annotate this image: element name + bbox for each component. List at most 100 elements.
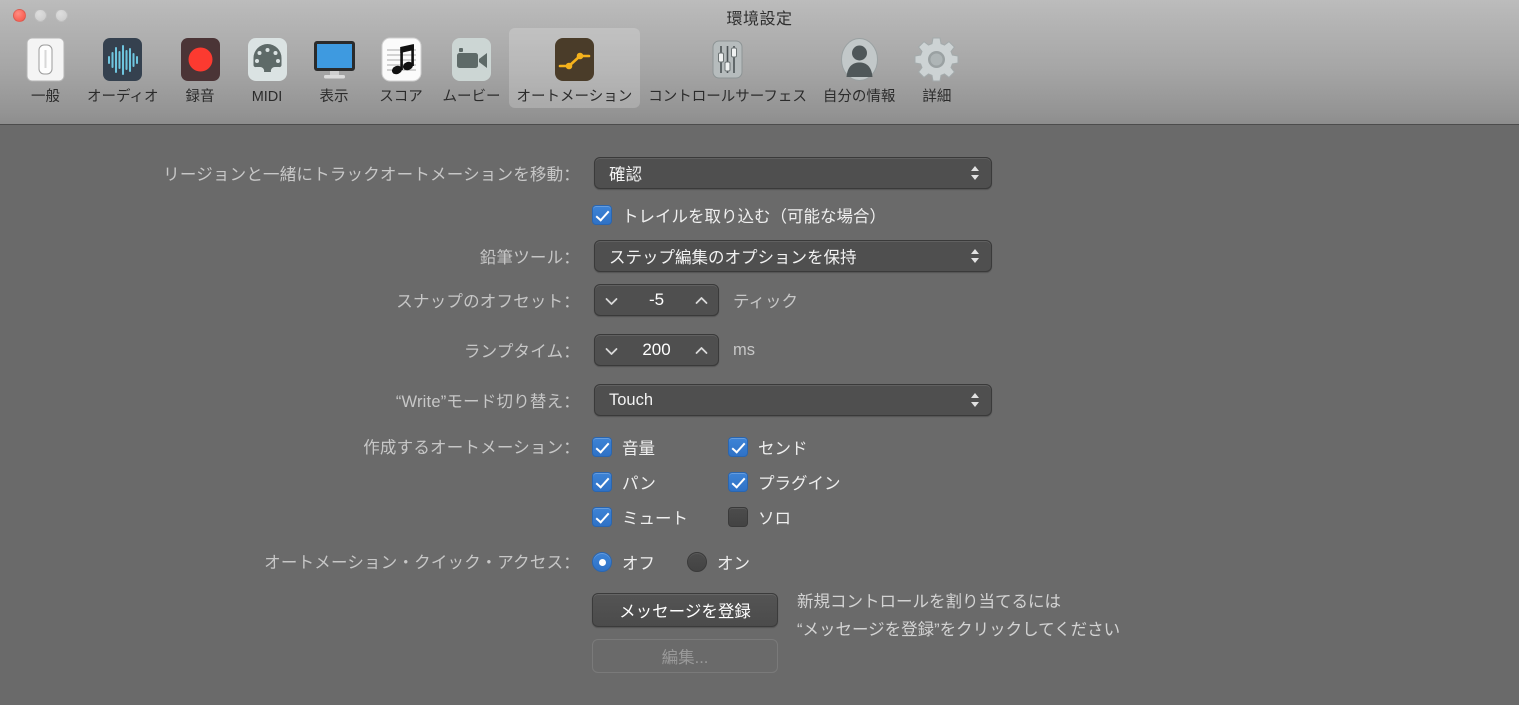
automation-option-label: センド — [758, 440, 808, 458]
pencil-tool-value: ステップ編集のオプションを保持 — [609, 249, 857, 267]
quick-access-on-radio[interactable]: オン — [687, 550, 750, 574]
learn-message-button[interactable]: メッセージを登録 — [592, 593, 778, 627]
ramp-time-label: ランプタイム： — [463, 343, 580, 361]
waveform-icon — [97, 34, 148, 85]
row-capture-trails: トレイルを取り込む（可能な場合） — [592, 203, 886, 227]
automation-mute-checkbox[interactable]: ミュート — [592, 505, 688, 529]
row-quick-access: オートメーション・クイック・アクセス： — [80, 549, 580, 573]
toolbar-item-my-info[interactable]: 自分の情報 — [815, 28, 904, 108]
person-avatar-icon — [834, 34, 885, 85]
automation-to-create-label: 作成するオートメーション： — [363, 439, 580, 457]
toolbar-item-general[interactable]: 一般 — [12, 28, 79, 108]
snap-offset-label: スナップのオフセット： — [396, 293, 580, 311]
toggle-switch-icon — [20, 34, 71, 85]
quick-access-option-label: オフ — [622, 555, 655, 573]
titlebar: 環境設定 — [0, 0, 1519, 30]
automation-volume-checkbox[interactable]: 音量 — [592, 435, 655, 459]
checkbox-indicator — [592, 472, 612, 492]
preferences-window: 環境設定 一般 オーディオ 録音 MIDI 表示 スコア ムービー オートメーシ… — [0, 0, 1519, 705]
preferences-toolbar: 一般 オーディオ 録音 MIDI 表示 スコア ムービー オートメーション コン… — [12, 28, 1507, 122]
toolbar-item-display[interactable]: 表示 — [301, 28, 368, 108]
snap-offset-stepper[interactable]: -5 — [594, 284, 719, 316]
checkbox-indicator — [728, 437, 748, 457]
display-monitor-icon — [309, 34, 360, 85]
video-camera-icon — [446, 34, 497, 85]
row-snap-offset: スナップのオフセット： -5 ティック — [80, 284, 798, 316]
toolbar-item-score[interactable]: スコア — [368, 28, 435, 108]
toolbar-item-control-surfaces[interactable]: コントロールサーフェス — [640, 28, 815, 108]
capture-trails-label: トレイルを取り込む（可能な場合） — [622, 208, 886, 226]
window-chrome: 環境設定 一般 オーディオ 録音 MIDI 表示 スコア ムービー オートメーシ… — [0, 0, 1519, 125]
automation-solo-checkbox[interactable]: ソロ — [728, 505, 791, 529]
toolbar-item-label: ムービー — [442, 89, 501, 105]
write-mode-label: “Write”モード切り替え： — [395, 393, 580, 411]
toolbar-item-label: 詳細 — [922, 89, 952, 105]
automation-option-label: ミュート — [622, 510, 688, 528]
pencil-tool-label: 鉛筆ツール： — [479, 249, 580, 267]
assignment-hint-line2: “メッセージを登録”をクリックしてください — [797, 621, 1121, 639]
toolbar-item-label: 自分の情報 — [822, 89, 896, 105]
automation-curve-icon — [549, 34, 600, 85]
chevron-updown-icon — [968, 246, 982, 266]
automation-option-label: プラグイン — [758, 475, 841, 493]
midi-connector-icon — [242, 34, 293, 85]
toolbar-item-label: オーディオ — [87, 89, 159, 105]
toolbar-item-label: コントロールサーフェス — [648, 89, 807, 105]
preferences-content: リージョンと一緒にトラックオートメーションを移動： 確認 トレイルを取り込む（可… — [0, 125, 1519, 705]
automation-pan-checkbox[interactable]: パン — [592, 470, 656, 494]
toolbar-item-label: 一般 — [31, 89, 60, 105]
toolbar-item-movie[interactable]: ムービー — [435, 28, 509, 108]
write-mode-value: Touch — [609, 390, 654, 409]
toolbar-item-label: 録音 — [185, 89, 215, 105]
gear-icon — [911, 34, 962, 85]
quick-access-label: オートメーション・クイック・アクセス： — [264, 554, 580, 572]
assignment-hint-line1: 新規コントロールを割り当てるには — [797, 593, 1061, 611]
row-ramp-time: ランプタイム： 200 ms — [80, 334, 755, 366]
checkbox-indicator — [592, 437, 612, 457]
automation-option-label: パン — [622, 475, 656, 493]
toolbar-item-label: 表示 — [319, 89, 349, 105]
automation-sends-checkbox[interactable]: センド — [728, 435, 808, 459]
stepper-decrement-icon[interactable] — [604, 344, 619, 356]
ramp-time-unit: ms — [733, 340, 755, 359]
capture-trails-checkbox[interactable]: トレイルを取り込む（可能な場合） — [592, 203, 886, 227]
quick-access-option-label: オン — [717, 555, 750, 573]
row-write-mode: “Write”モード切り替え： Touch — [80, 384, 992, 416]
edit-button: 編集... — [592, 639, 778, 673]
toolbar-item-label: スコア — [379, 89, 423, 105]
row-automation-to-create: 作成するオートメーション： — [80, 434, 580, 458]
snap-offset-value: -5 — [648, 290, 665, 309]
toolbar-item-recording[interactable]: 録音 — [167, 28, 234, 108]
write-mode-popup[interactable]: Touch — [594, 384, 992, 416]
automation-plugin-checkbox[interactable]: プラグイン — [728, 470, 841, 494]
pencil-tool-popup[interactable]: ステップ編集のオプションを保持 — [594, 240, 992, 272]
toolbar-item-audio[interactable]: オーディオ — [79, 28, 167, 108]
toolbar-item-label: MIDI — [251, 89, 283, 105]
checkbox-indicator — [728, 472, 748, 492]
toolbar-item-midi[interactable]: MIDI — [234, 28, 301, 108]
stepper-increment-icon[interactable] — [694, 294, 709, 306]
toolbar-item-advanced[interactable]: 詳細 — [903, 28, 970, 108]
checkbox-indicator — [728, 507, 748, 527]
quick-access-off-radio[interactable]: オフ — [592, 550, 655, 574]
automation-option-label: 音量 — [622, 440, 655, 458]
stepper-decrement-icon[interactable] — [604, 294, 619, 306]
assignment-hint: 新規コントロールを割り当てるには “メッセージを登録”をクリックしてください — [797, 588, 1120, 644]
stepper-increment-icon[interactable] — [694, 344, 709, 356]
sliders-icon — [702, 34, 753, 85]
radio-indicator — [687, 552, 707, 572]
move-track-automation-value: 確認 — [609, 166, 642, 184]
row-pencil-tool: 鉛筆ツール： ステップ編集のオプションを保持 — [80, 240, 992, 272]
move-track-automation-label: リージョンと一緒にトラックオートメーションを移動： — [163, 166, 580, 184]
toolbar-item-automation[interactable]: オートメーション — [508, 28, 641, 108]
chevron-updown-icon — [968, 390, 982, 410]
radio-indicator — [592, 552, 612, 572]
toolbar-item-label: オートメーション — [516, 89, 633, 105]
chevron-updown-icon — [968, 163, 982, 183]
checkbox-indicator — [592, 205, 612, 225]
ramp-time-stepper[interactable]: 200 — [594, 334, 719, 366]
record-circle-icon — [175, 34, 226, 85]
window-title: 環境設定 — [726, 11, 793, 28]
move-track-automation-popup[interactable]: 確認 — [594, 157, 992, 189]
music-note-staff-icon — [376, 34, 427, 85]
